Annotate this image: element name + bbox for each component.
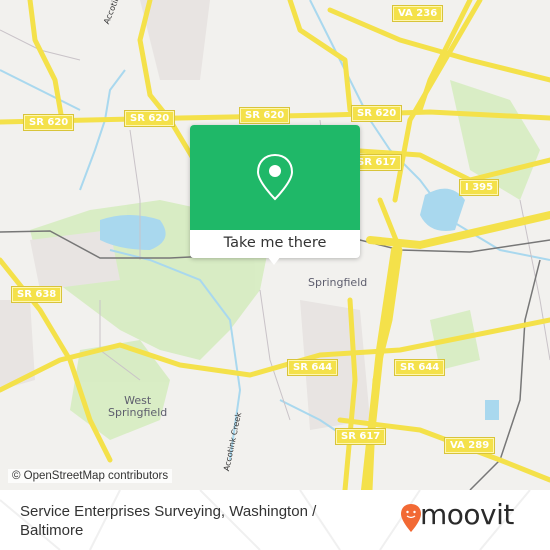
take-me-there-button[interactable]: Take me there	[190, 230, 360, 258]
place-label-west-springfield: West Springfield	[108, 394, 168, 419]
road-shield-sr620-east: SR 620	[350, 105, 403, 122]
road-shield-sr617-south: SR 617	[334, 428, 387, 445]
moovit-pin-icon	[401, 504, 421, 532]
map[interactable]: SR 620 SR 620 SR 620 SR 620 VA 236 SR 61…	[0, 0, 550, 490]
map-attribution: © OpenStreetMap contributors	[8, 469, 173, 483]
map-pin-icon	[256, 153, 294, 201]
road-shield-sr620-center: SR 620	[123, 110, 176, 127]
place-label-springfield: Springfield	[308, 276, 368, 289]
road-shield-va236: VA 236	[391, 5, 444, 22]
popup-pointer	[267, 256, 281, 265]
road-shield-sr620-mid: SR 620	[238, 107, 291, 124]
road-shield-sr644-west: SR 644	[286, 359, 339, 376]
popup-header	[190, 125, 360, 230]
destination-popup: Take me there	[190, 125, 360, 265]
road-shield-i395: I 395	[458, 179, 500, 196]
road-shield-va289: VA 289	[443, 437, 496, 454]
pond	[485, 400, 499, 420]
moovit-wordmark: moovit	[420, 498, 514, 531]
road-shield-sr644-east: SR 644	[393, 359, 446, 376]
road-shield-sr620-west: SR 620	[22, 114, 75, 131]
road-shield-sr638: SR 638	[10, 286, 63, 303]
footer: Service Enterprises Surveying, Washingto…	[0, 490, 550, 550]
location-title: Service Enterprises Surveying, Washingto…	[20, 503, 317, 539]
moovit-logo[interactable]: moovit	[400, 498, 550, 540]
